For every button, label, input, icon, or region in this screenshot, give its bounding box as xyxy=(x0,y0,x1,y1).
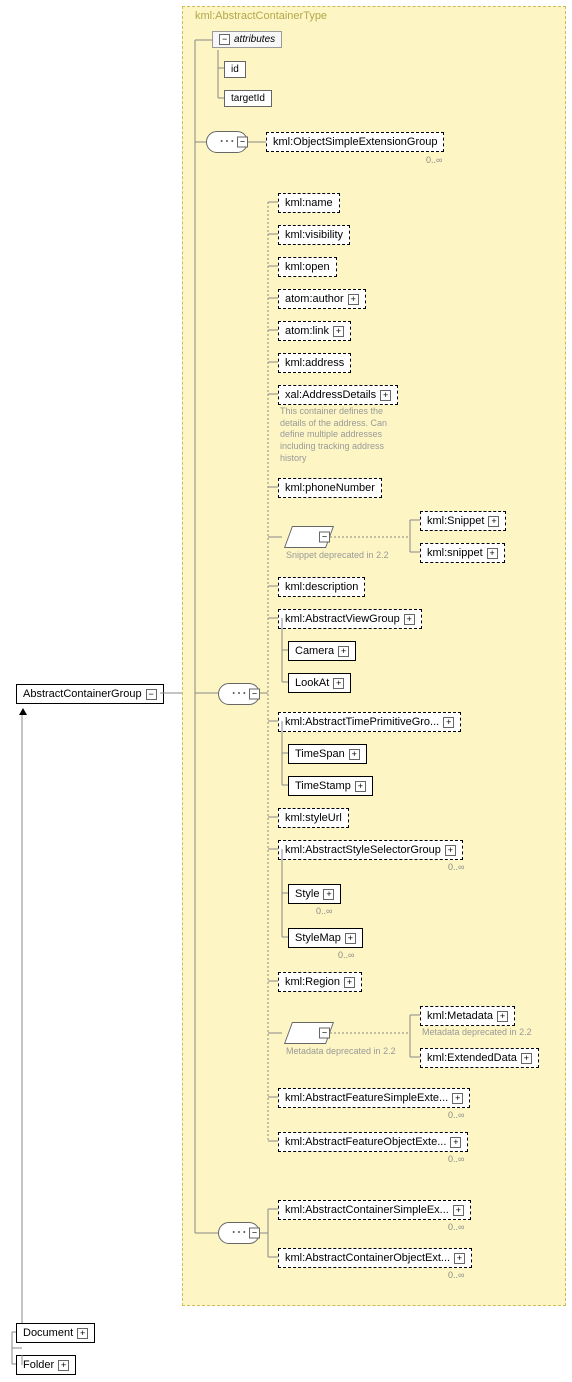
minus-icon[interactable]: − xyxy=(319,1028,330,1039)
sequence-connector: − xyxy=(206,131,248,153)
plus-icon[interactable]: + xyxy=(453,1205,464,1216)
plus-icon[interactable]: + xyxy=(344,977,355,988)
cardinality: 0..∞ xyxy=(316,906,332,916)
plus-icon[interactable]: + xyxy=(450,1137,461,1148)
elem-region: kml:Region+ xyxy=(278,972,362,992)
elem-feat-simple: kml:AbstractFeatureSimpleExte...+ xyxy=(278,1088,470,1108)
elem-label: kml:ObjectSimpleExtensionGroup xyxy=(273,136,437,148)
plus-icon[interactable]: + xyxy=(380,390,391,401)
attr-targetid: targetId xyxy=(224,90,272,107)
elem-abstract-view: kml:AbstractViewGroup+ xyxy=(278,609,422,629)
cardinality: 0..∞ xyxy=(448,1270,464,1280)
sequence-connector: − xyxy=(218,1222,260,1244)
type-container xyxy=(182,6,566,1306)
plus-icon[interactable]: + xyxy=(348,294,359,305)
elem-obj-ext: kml:ObjectSimpleExtensionGroup xyxy=(266,132,444,152)
plus-icon[interactable]: + xyxy=(355,781,366,792)
plus-icon[interactable]: + xyxy=(77,1328,88,1339)
elem-abstract-style: kml:AbstractStyleSelectorGroup+ xyxy=(278,840,463,860)
minus-icon[interactable]: − xyxy=(249,689,260,700)
elem-xal-address: xal:AddressDetails+ xyxy=(278,385,398,405)
elem-abstract-time: kml:AbstractTimePrimitiveGro...+ xyxy=(278,712,461,732)
elem-address: kml:address xyxy=(278,353,351,373)
elem-atom-link: atom:link+ xyxy=(278,321,351,341)
cardinality: 0..∞ xyxy=(448,1222,464,1232)
choice-connector: − xyxy=(284,526,334,548)
minus-icon[interactable]: − xyxy=(219,34,230,45)
elem-timestamp: TimeStamp+ xyxy=(288,776,373,796)
elem-feat-object: kml:AbstractFeatureObjectExte...+ xyxy=(278,1132,468,1152)
subst-folder: Folder+ xyxy=(16,1355,76,1375)
cardinality: 0..∞ xyxy=(448,862,464,872)
plus-icon[interactable]: + xyxy=(345,933,356,944)
elem-stylemap: StyleMap+ xyxy=(288,928,363,948)
type-label: kml:AbstractContainerType xyxy=(195,10,327,22)
elem-cont-object: kml:AbstractContainerObjectExt...+ xyxy=(278,1248,472,1268)
plus-icon[interactable]: + xyxy=(443,717,454,728)
plus-icon[interactable]: + xyxy=(333,326,344,337)
elem-lookat: LookAt+ xyxy=(288,673,351,693)
arrow-up-icon xyxy=(19,708,27,715)
cardinality: 0..∞ xyxy=(426,155,442,165)
elem-visibility: kml:visibility xyxy=(278,225,350,245)
xal-note: This container defines the details of th… xyxy=(280,406,410,464)
plus-icon[interactable]: + xyxy=(488,516,499,527)
root-label: AbstractContainerGroup xyxy=(23,688,142,700)
elem-cont-simple: kml:AbstractContainerSimpleEx...+ xyxy=(278,1200,471,1220)
elem-camera: Camera+ xyxy=(288,641,356,661)
plus-icon[interactable]: + xyxy=(349,749,360,760)
minus-icon[interactable]: − xyxy=(237,137,248,148)
plus-icon[interactable]: + xyxy=(338,646,349,657)
minus-icon[interactable]: − xyxy=(319,532,330,543)
elem-snippet-upper: kml:Snippet+ xyxy=(420,511,506,531)
elem-timespan: TimeSpan+ xyxy=(288,744,367,764)
attributes-label: attributes xyxy=(234,34,275,45)
root-element: AbstractContainerGroup − xyxy=(16,684,164,704)
plus-icon[interactable]: + xyxy=(404,614,415,625)
sequence-connector: − xyxy=(218,683,260,705)
metadata-note2: Metadata deprecated in 2.2 xyxy=(422,1027,532,1039)
plus-icon[interactable]: + xyxy=(521,1053,532,1064)
plus-icon[interactable]: + xyxy=(454,1253,465,1264)
choice-connector: − xyxy=(284,1022,334,1044)
minus-icon[interactable]: − xyxy=(146,689,157,700)
plus-icon[interactable]: + xyxy=(58,1360,69,1371)
subst-document: Document+ xyxy=(16,1323,95,1343)
plus-icon[interactable]: + xyxy=(487,548,498,559)
elem-styleurl: kml:styleUrl xyxy=(278,808,349,828)
cardinality: 0..∞ xyxy=(448,1110,464,1120)
plus-icon[interactable]: + xyxy=(333,678,344,689)
elem-style: Style+ xyxy=(288,884,341,904)
snippet-note: Snippet deprecated in 2.2 xyxy=(286,550,389,562)
minus-icon[interactable]: − xyxy=(249,1228,260,1239)
plus-icon[interactable]: + xyxy=(497,1011,508,1022)
elem-atom-author: atom:author+ xyxy=(278,289,366,309)
cardinality: 0..∞ xyxy=(448,1154,464,1164)
elem-metadata: kml:Metadata+ xyxy=(420,1006,515,1026)
metadata-note: Metadata deprecated in 2.2 xyxy=(286,1046,396,1058)
elem-extended: kml:ExtendedData+ xyxy=(420,1048,539,1068)
plus-icon[interactable]: + xyxy=(452,1093,463,1104)
plus-icon[interactable]: + xyxy=(323,889,334,900)
plus-icon[interactable]: + xyxy=(445,845,456,856)
attr-id: id xyxy=(224,61,246,78)
elem-open: kml:open xyxy=(278,257,337,277)
elem-description: kml:description xyxy=(278,577,365,597)
elem-snippet-lower: kml:snippet+ xyxy=(420,543,505,563)
elem-phone: kml:phoneNumber xyxy=(278,478,382,498)
elem-name: kml:name xyxy=(278,193,340,213)
attributes-box: − attributes xyxy=(212,31,282,48)
cardinality: 0..∞ xyxy=(338,950,354,960)
